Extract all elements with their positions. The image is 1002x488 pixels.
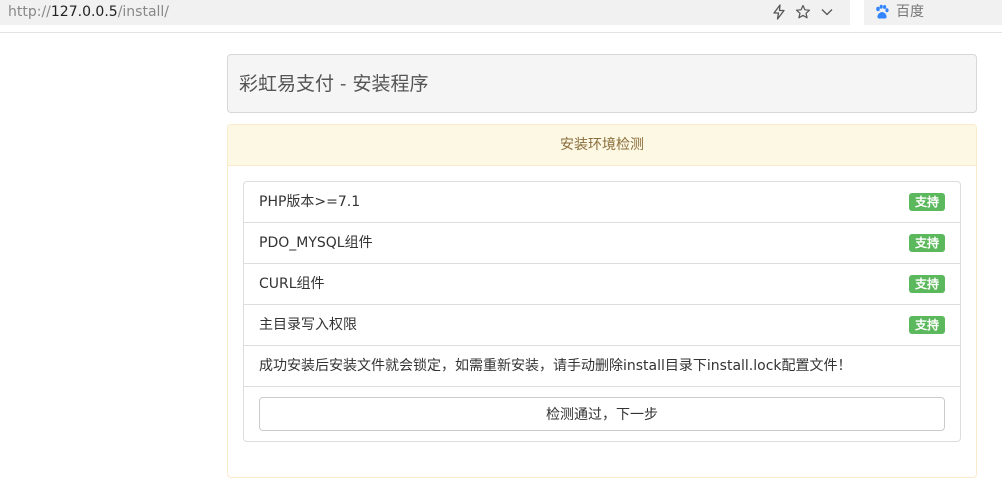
baidu-paw-icon [876,4,889,19]
status-badge: 支持 [908,316,945,334]
panel-heading: 安装环境检测 [228,125,976,166]
star-icon[interactable] [794,3,812,21]
url-host: 127.0.0.5 [50,4,118,20]
page-title: 彩虹易支付 - 安装程序 [239,73,429,95]
search-engine-label: 百度 [896,4,924,20]
check-item-label: PDO_MYSQL组件 [259,235,373,251]
check-item-pdo-mysql: PDO_MYSQL组件 支持 [244,223,960,264]
url-path: /install/ [117,4,170,20]
check-item-label: CURL组件 [259,276,325,292]
chevron-down-icon[interactable] [818,3,836,21]
panel-body: PHP版本>=7.1 支持 PDO_MYSQL组件 支持 CURL组件 支持 主… [243,181,961,442]
address-bar[interactable]: http://127.0.0.5/install/ [0,0,850,25]
next-step-button[interactable]: 检测通过，下一步 [259,397,945,431]
check-list: PHP版本>=7.1 支持 PDO_MYSQL组件 支持 CURL组件 支持 主… [243,181,961,442]
check-item-label: 主目录写入权限 [259,317,357,333]
search-box[interactable]: 百度 [864,0,1002,25]
check-item-write-permission: 主目录写入权限 支持 [244,305,960,346]
browser-toolbar: http://127.0.0.5/install/ 百度 [0,0,1002,33]
url-text[interactable]: http://127.0.0.5/install/ [8,4,169,21]
lightning-icon[interactable] [770,3,788,21]
environment-check-panel: 安装环境检测 PHP版本>=7.1 支持 PDO_MYSQL组件 支持 CURL… [227,124,977,478]
check-item-label: PHP版本>=7.1 [259,194,361,210]
button-row: 检测通过，下一步 [244,387,960,441]
status-badge: 支持 [908,193,945,211]
check-item-php-version: PHP版本>=7.1 支持 [244,182,960,223]
status-badge: 支持 [908,234,945,252]
title-panel: 彩虹易支付 - 安装程序 [227,54,977,113]
check-item-curl: CURL组件 支持 [244,264,960,305]
url-scheme: http:// [8,4,51,20]
lock-notice: 成功安装后安装文件就会锁定，如需重新安装，请手动删除install目录下inst… [244,346,960,387]
status-badge: 支持 [908,275,945,293]
